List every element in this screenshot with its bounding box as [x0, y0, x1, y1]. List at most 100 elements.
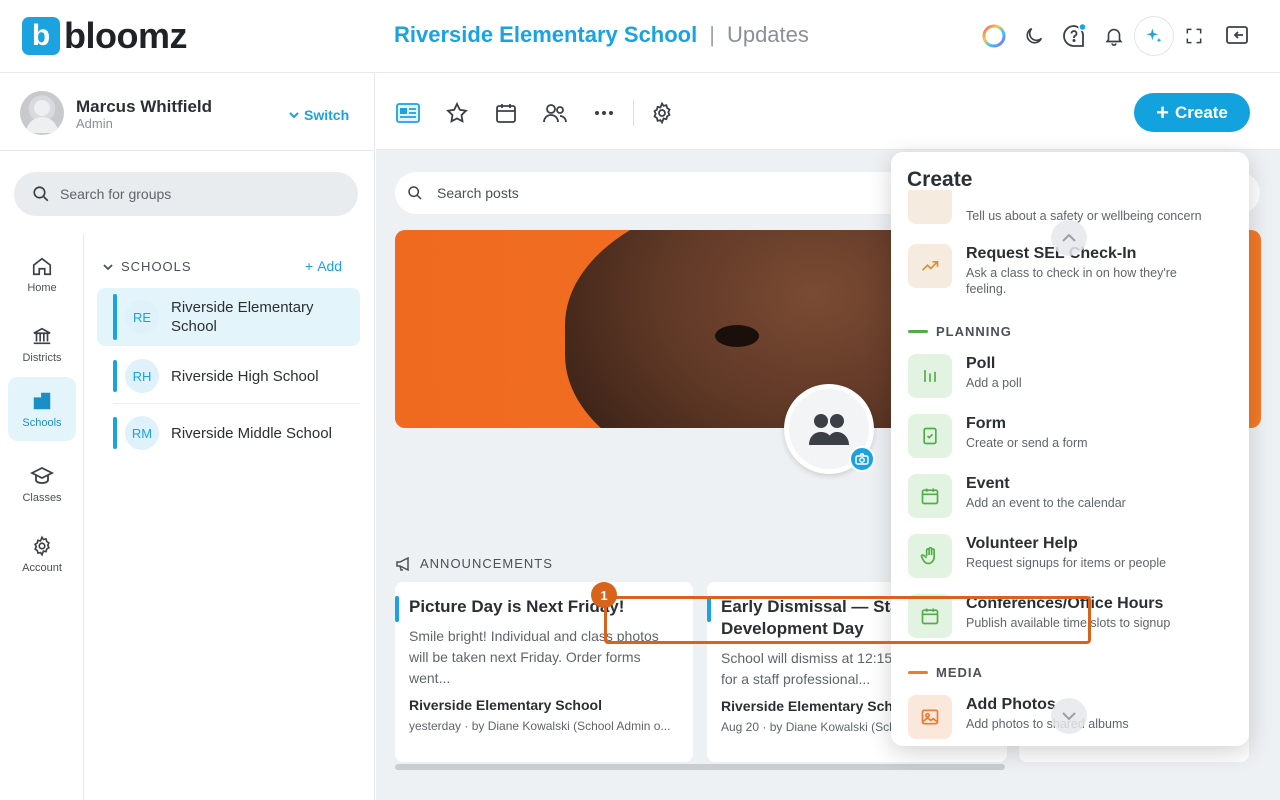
- more-options-icon[interactable]: [589, 98, 619, 128]
- create-menu: Create Tell us about a safety or wellbei…: [891, 152, 1249, 746]
- change-photo-camera-icon[interactable]: [849, 446, 875, 472]
- gear-icon: [34, 535, 50, 556]
- school-item[interactable]: RE Riverside Elementary School: [97, 288, 360, 346]
- plus-icon: +: [305, 258, 314, 274]
- school-initials: RM: [125, 416, 159, 450]
- calendar-icon[interactable]: [491, 98, 521, 128]
- help-chat-icon[interactable]: [1058, 20, 1090, 52]
- menu-item-add-photos[interactable]: Add Photos Add photos to shared albums: [908, 695, 1129, 739]
- rail-label: Schools: [22, 416, 62, 429]
- rail-label: Districts: [22, 351, 62, 364]
- group-search-input[interactable]: Search for groups: [14, 172, 358, 216]
- section-bar: [908, 330, 928, 333]
- calendar-icon: [908, 474, 952, 518]
- schools-section-header[interactable]: SCHOOLS: [103, 259, 192, 274]
- chevron-down-icon: [289, 112, 299, 119]
- menu-item-desc: Ask a class to check in on how they're f…: [966, 266, 1177, 296]
- school-building-icon: [33, 392, 51, 409]
- menu-item-label: Volunteer Help: [966, 535, 1078, 552]
- toolbar-divider: [633, 100, 634, 126]
- menu-item-label: Poll: [966, 355, 996, 372]
- dark-mode-moon-icon[interactable]: [1018, 20, 1050, 52]
- group-search-placeholder: Search for groups: [60, 186, 172, 202]
- announcements-header: ANNOUNCEMENTS: [396, 556, 553, 571]
- photo-icon: [908, 695, 952, 739]
- menu-item-form[interactable]: Form Create or send a form: [908, 414, 1088, 458]
- add-school-button[interactable]: + Add: [305, 258, 342, 274]
- logo-mark: b: [22, 17, 60, 55]
- school-name: Riverside Elementary School: [171, 299, 314, 335]
- menu-item-event[interactable]: Event Add an event to the calendar: [908, 474, 1126, 518]
- concern-icon: [908, 190, 952, 224]
- chevron-down-icon: [103, 263, 113, 270]
- rail-item-home[interactable]: Home: [8, 242, 76, 306]
- card-school: Riverside Elementary School: [409, 697, 602, 713]
- title-page: Updates: [726, 22, 809, 47]
- menu-item-concern[interactable]: Tell us about a safety or wellbeing conc…: [908, 190, 1202, 224]
- school-name: Riverside High School: [171, 367, 319, 385]
- school-name: Riverside Middle School: [171, 424, 332, 442]
- rail-item-districts[interactable]: Districts: [8, 312, 76, 376]
- gear-icon[interactable]: [647, 98, 677, 128]
- form-icon: [908, 414, 952, 458]
- menu-item-desc: Add photos to shared albums: [966, 717, 1129, 731]
- menu-item-label: Request SEL Check-In: [966, 245, 1137, 262]
- announcements-heading: ANNOUNCEMENTS: [420, 556, 553, 571]
- rail-label: Account: [22, 561, 62, 574]
- school-initials: RE: [125, 300, 159, 334]
- rail-label: Classes: [22, 491, 62, 504]
- collapse-panel-icon[interactable]: [1221, 20, 1253, 52]
- rail-item-account[interactable]: Account: [8, 522, 76, 586]
- annotation-badge: 1: [591, 582, 617, 608]
- rail-item-classes[interactable]: Classes: [8, 452, 76, 516]
- bloomz-logo[interactable]: b bloomz: [22, 17, 187, 55]
- media-section-header: MEDIA: [908, 665, 983, 680]
- schools-heading: SCHOOLS: [121, 259, 192, 274]
- horizontal-scrollbar[interactable]: [395, 764, 1005, 770]
- user-role: Admin: [76, 116, 113, 131]
- section-bar: [908, 671, 928, 674]
- school-item[interactable]: RH Riverside High School: [97, 354, 360, 398]
- star-icon[interactable]: [442, 98, 472, 128]
- rail-item-schools[interactable]: Schools: [8, 377, 76, 441]
- card-meta: yesterday · by Diane Kowalski (School Ad…: [409, 719, 671, 733]
- profile-bar: Marcus Whitfield Admin Switch: [0, 74, 375, 151]
- members-icon[interactable]: [540, 98, 570, 128]
- graduation-cap-icon: [30, 466, 54, 484]
- switch-button[interactable]: Switch: [288, 107, 349, 123]
- add-label: Add: [317, 258, 343, 274]
- create-button[interactable]: + Create: [1134, 93, 1250, 132]
- menu-item-desc: Request signups for items or people: [966, 556, 1167, 570]
- menu-item-label: Event: [966, 475, 1010, 492]
- page-title: Riverside Elementary School | Updates: [394, 22, 809, 48]
- school-item[interactable]: RM Riverside Middle School: [97, 411, 360, 455]
- switch-label: Switch: [304, 107, 350, 123]
- menu-item-label: Form: [966, 415, 1006, 432]
- scroll-up-chevron-icon[interactable]: [1051, 220, 1087, 256]
- user-name: Marcus Whitfield: [76, 97, 213, 116]
- title-school: Riverside Elementary School: [394, 22, 698, 47]
- avatar[interactable]: [20, 91, 64, 135]
- menu-item-desc: Tell us about a safety or wellbeing conc…: [966, 209, 1202, 223]
- notifications-bell-icon[interactable]: [1098, 20, 1130, 52]
- section-heading: PLANNING: [936, 324, 1012, 339]
- menu-item-desc: Add an event to the calendar: [966, 496, 1126, 510]
- scroll-down-chevron-icon[interactable]: [1051, 698, 1087, 734]
- left-panel: Search for groups Home Districts Schools…: [0, 151, 375, 800]
- megaphone-icon: [396, 556, 409, 571]
- trending-up-icon: [908, 244, 952, 288]
- post-search-placeholder: Search posts: [437, 185, 519, 201]
- title-separator: |: [709, 22, 715, 47]
- menu-item-poll[interactable]: Poll Add a poll: [908, 354, 1022, 398]
- plus-icon: +: [1156, 99, 1169, 125]
- poll-icon: [908, 354, 952, 398]
- cover-eye: [715, 325, 759, 347]
- divider: [113, 403, 360, 404]
- ai-sparkle-icon[interactable]: [1134, 16, 1174, 56]
- fullscreen-icon[interactable]: [1178, 20, 1210, 52]
- planning-section-header: PLANNING: [908, 324, 1012, 339]
- school-initials: RH: [125, 359, 159, 393]
- menu-item-volunteer-help[interactable]: Volunteer Help Request signups for items…: [908, 534, 1166, 578]
- updates-tab-icon[interactable]: [393, 98, 423, 128]
- color-wheel-icon[interactable]: [978, 20, 1010, 52]
